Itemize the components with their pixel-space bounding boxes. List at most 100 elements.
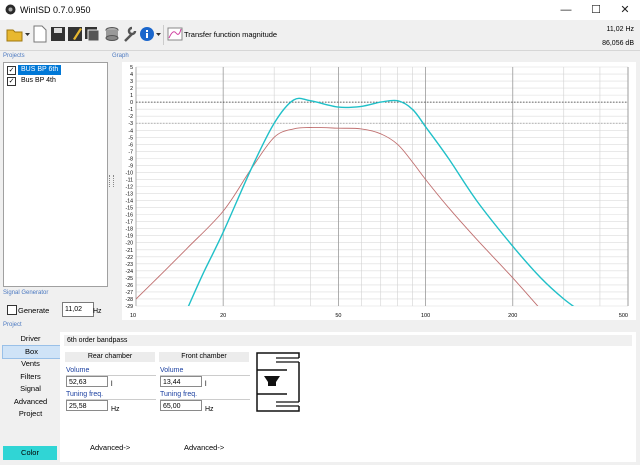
projects-section-label: Projects xyxy=(3,53,25,59)
rear-volume-label: Volume xyxy=(66,367,90,374)
list-item[interactable]: ✓ Bus BP 4th xyxy=(6,76,106,86)
toolbar: Transfer function magnitude 11,02 Hz 86,… xyxy=(0,20,640,51)
y-tick-label: -2 xyxy=(128,114,133,120)
toolbar-separator xyxy=(163,25,164,45)
maximize-button[interactable]: ☐ xyxy=(581,0,611,20)
project-checkbox[interactable]: ✓ xyxy=(7,77,16,86)
front-tuning-input[interactable]: 65,00 xyxy=(160,400,202,411)
y-tick-label: -24 xyxy=(126,269,134,275)
nav-item-advanced[interactable]: Advanced xyxy=(2,396,59,408)
transfer-function-graph[interactable]: 543210-1-2-3-4-5-6-7-8-9-10-11-12-13-14-… xyxy=(122,62,636,320)
y-tick-label: -11 xyxy=(126,177,133,183)
generate-checkbox[interactable] xyxy=(7,305,17,315)
cursor-frequency-readout: 11,02 Hz xyxy=(606,26,635,33)
y-tick-label: 2 xyxy=(130,86,133,92)
y-tick-label: -18 xyxy=(126,227,134,233)
y-tick-label: -8 xyxy=(128,156,133,162)
graph-section-label: Graph xyxy=(112,53,129,59)
color-button[interactable]: Color xyxy=(3,446,57,460)
rear-advanced-link[interactable]: Advanced-> xyxy=(90,443,130,452)
new-file-icon[interactable] xyxy=(32,25,48,43)
y-tick-label: -10 xyxy=(126,170,134,176)
front-advanced-link[interactable]: Advanced-> xyxy=(184,443,224,452)
generator-frequency-unit: Hz xyxy=(93,308,102,315)
title-bar: WinISD 0.7.0.950 — ☐ ✕ xyxy=(0,0,640,20)
y-tick-label: -12 xyxy=(126,185,134,191)
y-tick-label: -20 xyxy=(126,241,134,247)
y-tick-label: -15 xyxy=(126,206,134,212)
y-tick-label: -4 xyxy=(128,128,133,134)
wrench-icon[interactable] xyxy=(122,25,138,43)
chevron-down-icon[interactable] xyxy=(156,32,161,37)
nav-item-driver[interactable]: Driver xyxy=(2,333,59,345)
y-tick-label: -26 xyxy=(126,283,134,289)
rear-volume-unit: l xyxy=(111,381,113,388)
y-tick-label: -7 xyxy=(128,149,133,155)
open-folder-icon[interactable] xyxy=(6,25,24,43)
info-icon[interactable] xyxy=(139,25,155,43)
nav-item-project[interactable]: Project xyxy=(2,408,59,420)
close-button[interactable]: ✕ xyxy=(610,0,640,20)
x-tick-label: 200 xyxy=(508,313,517,319)
x-tick-label: 10 xyxy=(130,313,136,319)
save-as-icon[interactable] xyxy=(67,25,83,43)
nav-item-vents[interactable]: Vents xyxy=(2,358,59,370)
nav-item-box[interactable]: Box xyxy=(2,345,61,359)
front-chamber-header: Front chamber xyxy=(159,352,249,362)
x-tick-label: 500 xyxy=(619,313,628,319)
bandpass-box-diagram-icon xyxy=(256,352,300,412)
project-name: Bus BP 4th xyxy=(21,77,56,84)
project-checkbox[interactable]: ✓ xyxy=(7,66,16,75)
y-tick-label: -9 xyxy=(128,163,133,169)
y-tick-label: -27 xyxy=(126,290,134,296)
nav-item-filters[interactable]: Filters xyxy=(2,371,59,383)
x-tick-label: 50 xyxy=(335,313,341,319)
front-tuning-unit: Hz xyxy=(205,406,214,413)
box-type-header: 6th order bandpass xyxy=(64,335,632,346)
y-tick-label: 3 xyxy=(130,79,133,85)
save-icon[interactable] xyxy=(50,25,66,43)
minimize-button[interactable]: — xyxy=(551,0,581,20)
y-tick-label: 0 xyxy=(130,100,133,106)
y-tick-label: -17 xyxy=(126,220,134,226)
y-tick-label: -6 xyxy=(128,142,133,148)
rear-tuning-unit: Hz xyxy=(111,406,120,413)
graph-type-icon[interactable] xyxy=(167,25,183,43)
generator-frequency-input[interactable]: 11,02 xyxy=(62,302,94,317)
y-tick-label: -13 xyxy=(126,192,134,198)
y-tick-label: -25 xyxy=(126,276,134,282)
rear-tuning-label: Tuning freq. xyxy=(66,391,104,398)
chevron-down-icon[interactable] xyxy=(25,32,30,37)
save-all-icon[interactable] xyxy=(84,25,100,43)
front-volume-label: Volume xyxy=(160,367,184,374)
y-tick-label: -22 xyxy=(126,255,134,261)
x-tick-label: 20 xyxy=(220,313,226,319)
y-tick-label: -3 xyxy=(128,121,133,127)
y-tick-label: -23 xyxy=(126,262,134,268)
y-tick-label: 4 xyxy=(130,72,133,78)
front-volume-unit: l xyxy=(205,381,207,388)
nav-item-signal[interactable]: Signal xyxy=(2,383,59,395)
rear-volume-input[interactable]: 52,63 xyxy=(66,376,108,387)
rear-tuning-input[interactable]: 25,58 xyxy=(66,400,108,411)
front-tuning-label: Tuning freq. xyxy=(160,391,198,398)
cursor-level-readout: 86,056 dB xyxy=(602,40,634,47)
list-item[interactable]: ✓ BUS BP 6th xyxy=(6,65,106,75)
rear-chamber-header: Rear chamber xyxy=(65,352,155,362)
y-tick-label: -16 xyxy=(126,213,134,219)
x-tick-label: 100 xyxy=(421,313,430,319)
splitter-handle[interactable] xyxy=(109,175,114,187)
project-section-label: Project xyxy=(3,322,22,328)
generate-label: Generate xyxy=(18,306,50,315)
front-volume-input[interactable]: 13,44 xyxy=(160,376,202,387)
y-tick-label: -1 xyxy=(128,107,133,113)
y-tick-label: -5 xyxy=(128,135,133,141)
y-tick-label: -29 xyxy=(126,304,134,310)
signal-generator-section-label: Signal Generator xyxy=(3,290,49,296)
driver-database-icon[interactable] xyxy=(104,25,120,43)
project-list[interactable]: ✓ BUS BP 6th ✓ Bus BP 4th xyxy=(3,62,108,287)
app-logo-icon xyxy=(5,4,16,15)
y-tick-label: -14 xyxy=(126,199,134,205)
graph-type-label[interactable]: Transfer function magnitude xyxy=(184,30,277,39)
window-title: WinISD 0.7.0.950 xyxy=(20,5,91,15)
